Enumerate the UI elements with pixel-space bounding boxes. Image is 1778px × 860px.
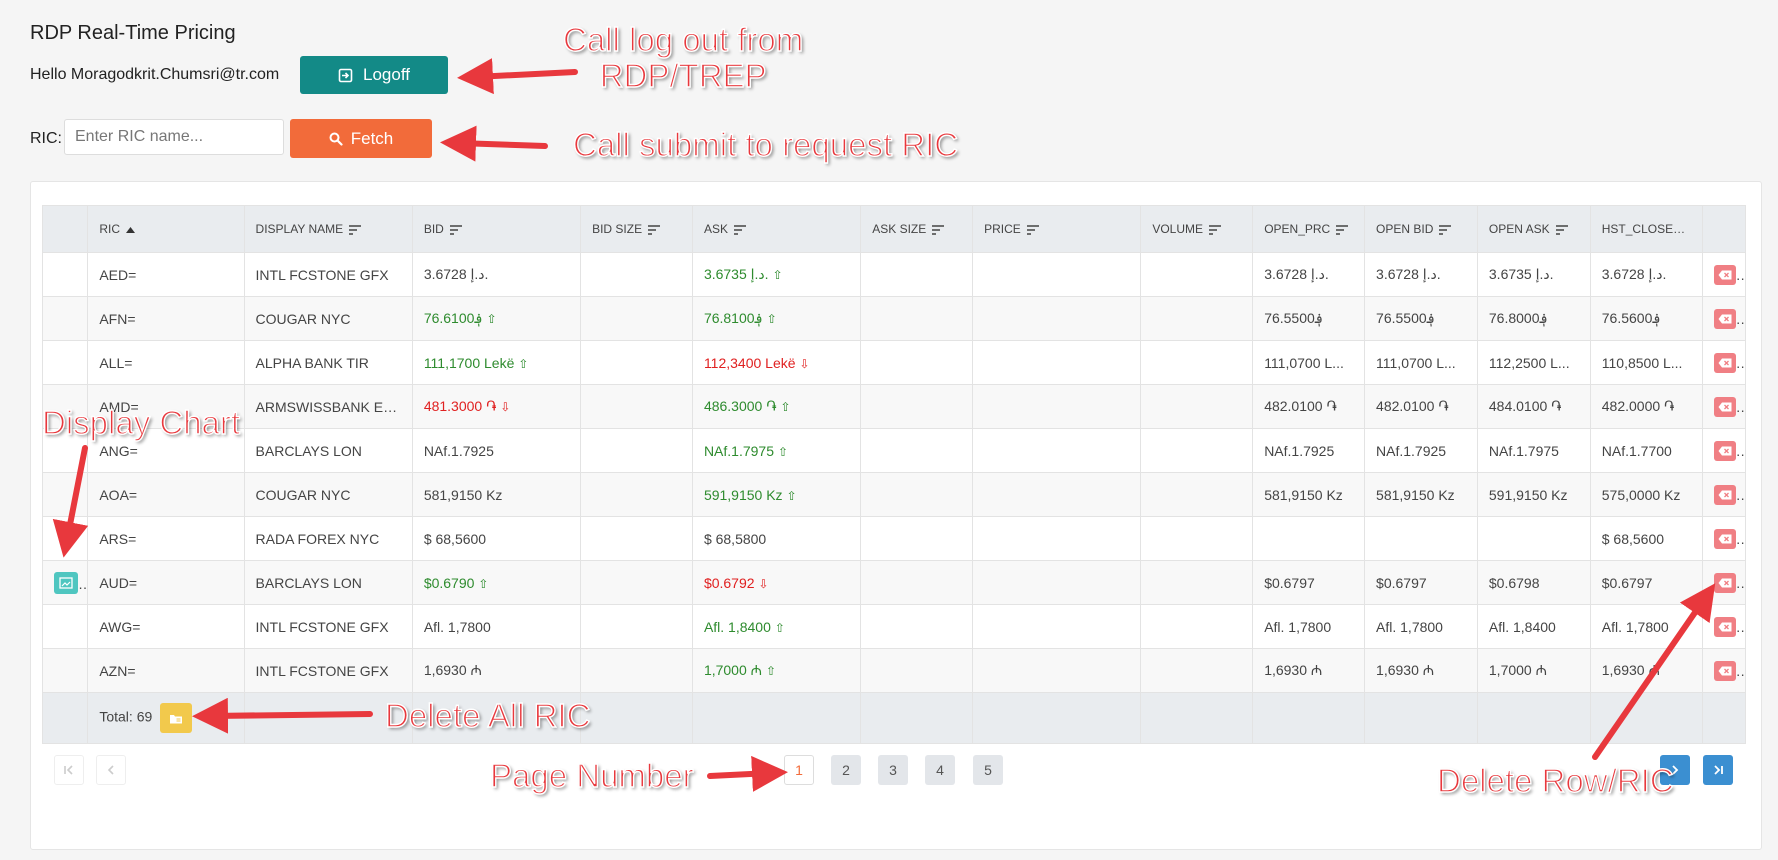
arrow-to-page: [707, 755, 788, 792]
arrow-to-fetch: [440, 125, 548, 162]
annotation-chart: Display Chart: [41, 403, 241, 441]
annotation-page-number: Page Number: [489, 756, 694, 794]
annotation-delete-row: Delete Row/RIC: [1436, 761, 1674, 799]
annotation-submit: Call submit to request RIC: [572, 125, 959, 163]
arrow-to-delete-row: [1592, 583, 1716, 760]
annotation-delete-all: Delete All RIC: [384, 696, 591, 734]
arrow-to-delete-all: [192, 697, 373, 734]
annotation-logout: Call log out from RDP/TREP: [562, 21, 804, 94]
arrow-to-logoff: [457, 58, 578, 95]
arrow-to-chart: [52, 445, 89, 558]
